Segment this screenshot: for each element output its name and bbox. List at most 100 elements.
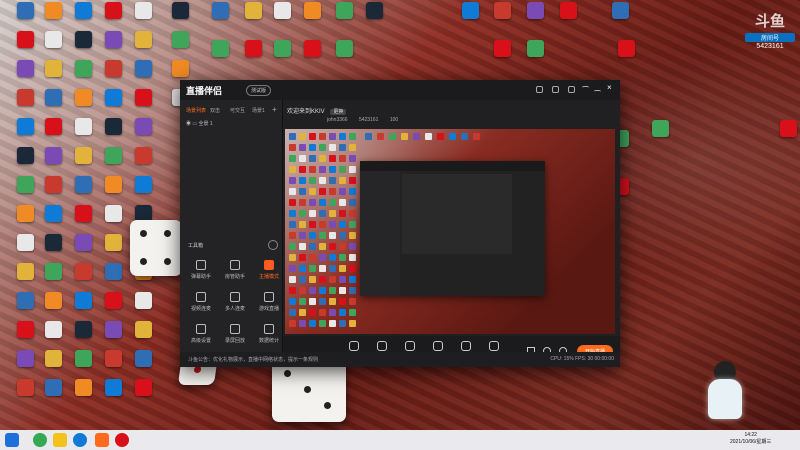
desktop-app-icon[interactable] — [790, 210, 800, 246]
preview-icon — [319, 133, 326, 140]
app-icon — [74, 292, 92, 309]
tool-icon — [230, 324, 240, 334]
music-icon[interactable] — [115, 433, 129, 447]
tab-interactive[interactable]: 可交互 — [230, 107, 245, 114]
tool-label: 弹幕助手 — [190, 274, 211, 280]
preview-icon — [349, 287, 356, 294]
live-companion-taskbar-icon[interactable] — [95, 433, 109, 447]
preview-icon — [349, 265, 356, 272]
tool-item[interactable]: 房管助手 — [220, 260, 250, 286]
room-id-label: 5423161 — [358, 117, 379, 123]
tab-scene1[interactable]: 场景1 — [252, 107, 265, 114]
desktop-app-icon[interactable] — [600, 2, 640, 38]
desktop-app-icon[interactable] — [123, 379, 163, 415]
welcome-text: 欢迎来到KKIV — [287, 109, 325, 115]
control-icon — [405, 341, 415, 351]
app-icon — [16, 350, 34, 367]
app-icon — [134, 350, 152, 367]
room-label: 房间号 — [745, 33, 795, 42]
desktop-app-icon[interactable] — [606, 40, 646, 76]
settings-icon[interactable] — [568, 86, 575, 93]
taskbar — [0, 430, 800, 450]
app-icon — [74, 350, 92, 367]
preview-icon — [319, 144, 326, 151]
desktop-app-icon[interactable] — [548, 2, 588, 38]
edge-icon[interactable] — [73, 433, 87, 447]
preview-icon — [309, 265, 316, 272]
app-icon — [171, 2, 189, 19]
desktop-app-icon[interactable] — [324, 40, 364, 76]
preview-icon — [319, 265, 326, 272]
desktop-app-icon[interactable] — [640, 120, 680, 156]
tool-item[interactable]: 主播模式 — [254, 260, 284, 286]
desktop-app-icon[interactable] — [354, 2, 394, 38]
preview-icon — [349, 232, 356, 239]
minimize-icon[interactable] — [594, 90, 601, 97]
app-icon — [104, 2, 122, 19]
app-icon — [74, 2, 92, 19]
tool-icon — [230, 260, 240, 270]
preview-icon — [319, 243, 326, 250]
preview-icon — [299, 287, 306, 294]
message-icon[interactable] — [552, 86, 559, 93]
preview-icon — [299, 177, 306, 184]
preview-icon — [339, 221, 346, 228]
tool-item[interactable]: 录屏回放 — [220, 324, 250, 350]
app-icon — [134, 118, 152, 135]
control-icon — [461, 341, 471, 351]
skin-icon[interactable] — [536, 86, 543, 93]
preview-icon — [339, 309, 346, 316]
preview-icon — [319, 221, 326, 228]
add-scene-icon[interactable]: + — [272, 105, 277, 114]
preview-icon — [473, 133, 480, 140]
preview-icon — [339, 320, 346, 327]
eye-icon[interactable]: ◉ — [186, 121, 191, 127]
windows-start-icon[interactable] — [5, 433, 19, 447]
preview-icon — [319, 199, 326, 206]
app-icon — [493, 40, 511, 57]
app-icon — [493, 2, 511, 19]
folder-icon[interactable] — [53, 433, 67, 447]
preview-icon — [299, 254, 306, 261]
app-icon — [44, 205, 62, 222]
lock-icon[interactable]: ▭ — [192, 121, 197, 127]
preview-icon — [299, 144, 306, 151]
preview-icon — [289, 254, 296, 261]
preview-icon — [309, 199, 316, 206]
announcement-text: 斗鱼公告：优化礼物展示，直播中网络状态，提示一条规则 — [188, 357, 319, 363]
app-icon — [104, 89, 122, 106]
app-icon — [44, 31, 62, 48]
tools-title: 工具箱 — [188, 243, 204, 249]
tool-item[interactable]: 多人连麦 — [220, 292, 250, 318]
tab-double-click[interactable]: 双击 — [210, 107, 220, 114]
douyu-logo: 斗鱼 — [754, 13, 785, 30]
title-bar: 直播伴侣 测试版 × — [180, 80, 620, 100]
menu-icon[interactable] — [582, 86, 589, 93]
chrome-icon[interactable] — [33, 433, 47, 447]
tab-scene-list[interactable]: 场景列表 — [186, 107, 206, 114]
stream-preview[interactable] — [285, 129, 615, 334]
tool-item[interactable]: 数据统计 — [254, 324, 284, 350]
preview-icon — [339, 243, 346, 250]
close-icon[interactable]: × — [607, 84, 614, 92]
tool-item[interactable]: 视频连麦 — [186, 292, 216, 318]
tool-item[interactable]: 游戏直播 — [254, 292, 284, 318]
preview-icon — [309, 133, 316, 140]
tool-item[interactable]: 弹幕助手 — [186, 260, 216, 286]
desktop-app-icon[interactable] — [768, 120, 800, 156]
welcome-tag[interactable]: 更换 — [330, 109, 347, 115]
tools-toggle-icon[interactable] — [268, 240, 278, 250]
taskbar-clock[interactable]: 14:22 2021/10/06/星期三 — [730, 432, 771, 445]
preview-icon — [349, 210, 356, 217]
preview-icon — [309, 287, 316, 294]
tool-item[interactable]: 高级设置 — [186, 324, 216, 350]
preview-icon — [309, 232, 316, 239]
control-icon — [433, 341, 443, 351]
preview-icon — [319, 276, 326, 283]
scene-row[interactable]: ◉ ▭ 全景 1 — [186, 120, 213, 127]
preview-icon — [329, 276, 336, 283]
account-meta: john3366 5423161 100 — [287, 117, 398, 123]
live-companion-window: 直播伴侣 测试版 × 场景列表 双击 可交互 场景1 + ◉ ▭ 全景 1 工具… — [180, 80, 620, 367]
desktop-app-icon[interactable] — [515, 40, 555, 76]
preview-icon — [339, 232, 346, 239]
